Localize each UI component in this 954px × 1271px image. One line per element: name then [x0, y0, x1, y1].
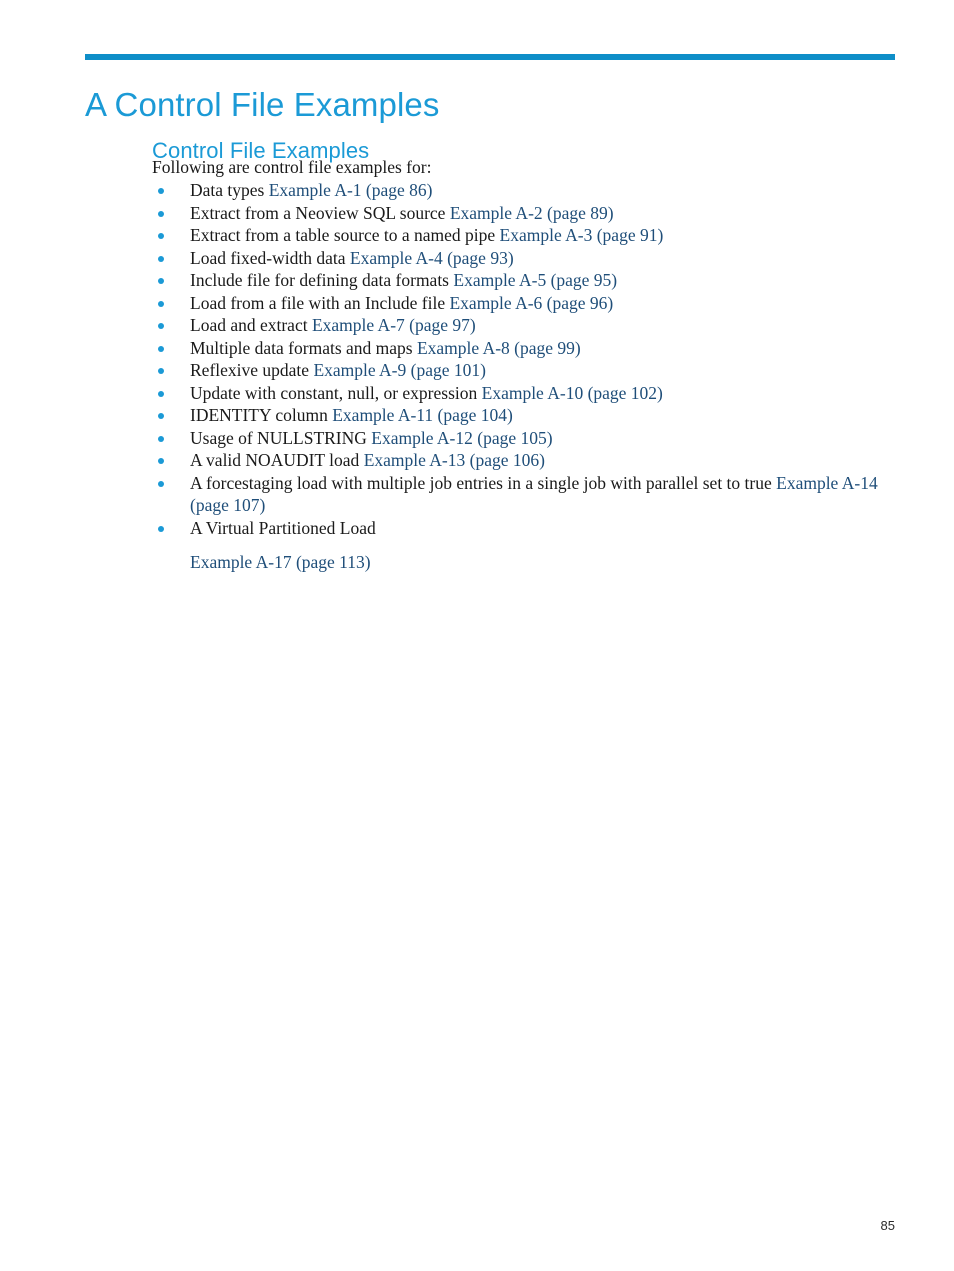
list-item-label: Update with constant, null, or expressio…	[190, 382, 482, 403]
list-item-label: Load fixed-width data	[190, 247, 350, 268]
list-item-label: Multiple data formats and maps	[190, 337, 417, 358]
cross-reference-link[interactable]: Example A-1 (page 86)	[269, 180, 433, 200]
list-item: Include file for defining data formats E…	[152, 269, 912, 292]
list-item-label: Extract from a Neoview SQL source	[190, 202, 450, 223]
list-item-label: A Virtual Partitioned Load	[190, 517, 376, 538]
list-item: A forcestaging load with multiple job en…	[152, 472, 912, 517]
list-item-label: IDENTITY column	[190, 405, 333, 425]
content-body: Following are control file examples for:…	[152, 156, 912, 574]
cross-reference-link[interactable]: Example A-17 (page 113)	[190, 551, 912, 574]
cross-reference-link[interactable]: Example A-9 (page 101)	[313, 360, 486, 380]
list-item-label: Load from a file with an Include file	[190, 292, 450, 313]
list-item-label: Usage of NULLSTRING	[190, 427, 372, 448]
list-item: Extract from a table source to a named p…	[152, 224, 912, 247]
list-item: Update with constant, null, or expressio…	[152, 382, 912, 405]
cross-reference-link[interactable]: Example A-3 (page 91)	[500, 225, 664, 245]
example-list: Data types Example A-1 (page 86) Extract …	[152, 179, 912, 574]
cross-reference-link[interactable]: Example A-10 (page 102)	[482, 383, 663, 403]
list-item: Reflexive update Example A-9 (page 101)	[152, 359, 912, 382]
cross-reference-link[interactable]: Example A-11 (page 104)	[332, 405, 513, 425]
list-item: A valid NOAUDIT load Example A-13 (page …	[152, 449, 912, 472]
list-item-label: A forcestaging load with multiple job en…	[190, 472, 777, 493]
cross-reference-link[interactable]: Example A-13 (page 106)	[364, 450, 545, 470]
document-page: A Control File Examples Control File Exa…	[0, 0, 954, 1271]
cross-reference-link[interactable]: Example A-6 (page 96)	[449, 293, 613, 313]
list-item-label: Load and extract	[190, 315, 312, 335]
list-item: Load and extract Example A-7 (page 97)	[152, 314, 912, 337]
list-item: Load from a file with an Include file Ex…	[152, 292, 912, 315]
list-item: Data types Example A-1 (page 86)	[152, 179, 912, 202]
list-item-label: Include file for defining data formats	[190, 270, 454, 290]
list-item: Extract from a Neoview SQL source Exampl…	[152, 202, 912, 225]
intro-paragraph: Following are control file examples for:	[152, 157, 432, 177]
page-title: A Control File Examples	[85, 86, 440, 124]
list-item-label: Data types	[190, 180, 269, 200]
chapter-rule	[85, 54, 895, 60]
list-item: Load fixed-width data Example A-4 (page …	[152, 247, 912, 270]
cross-reference-link[interactable]: Example A-4 (page 93)	[350, 248, 514, 268]
list-item-label: Extract from a table source to a named p…	[190, 225, 500, 245]
cross-reference-link[interactable]: Example A-5 (page 95)	[453, 270, 617, 290]
cross-reference-link[interactable]: Example A-8 (page 99)	[417, 338, 581, 358]
list-item: Multiple data formats and maps Example A…	[152, 337, 912, 360]
list-item-label: A valid NOAUDIT load	[190, 450, 364, 470]
cross-reference-link[interactable]: Example A-7 (page 97)	[312, 315, 476, 335]
list-item: IDENTITY column Example A-11 (page 104)	[152, 404, 912, 427]
page-number: 85	[880, 1218, 895, 1233]
cross-reference-link[interactable]: Example A-2 (page 89)	[450, 203, 614, 223]
list-item: A Virtual Partitioned Load Example A-17 (…	[152, 517, 912, 574]
cross-reference-link[interactable]: Example A-12 (page 105)	[371, 428, 552, 448]
list-item-label: Reflexive update	[190, 360, 314, 380]
list-item: Usage of NULLSTRING Example A-12 (page 1…	[152, 427, 912, 450]
